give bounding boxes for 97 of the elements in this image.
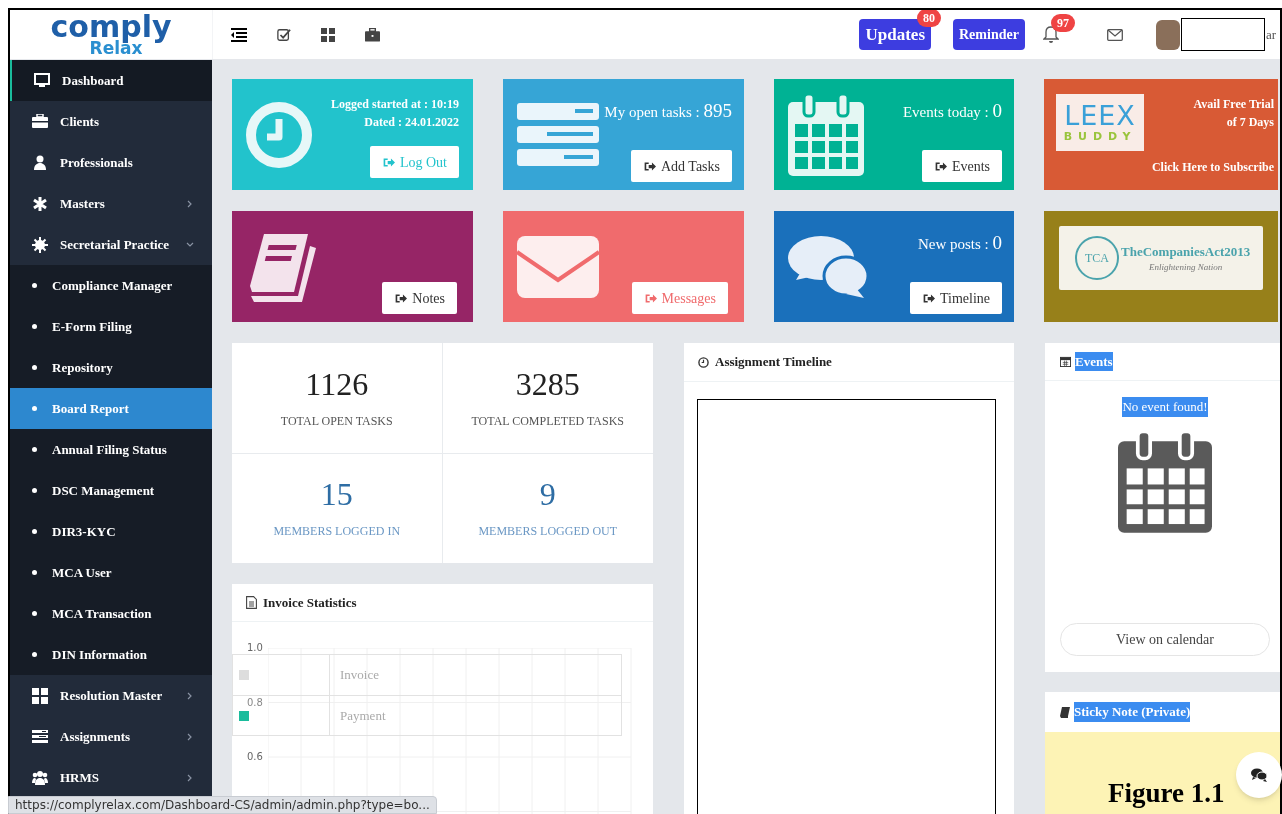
bullet-icon [32,488,37,493]
tile-button[interactable]: Add Tasks [630,150,732,182]
tile-button[interactable]: Notes [382,282,457,314]
legend-label: Invoice [339,666,379,685]
envelope-icon [517,235,599,298]
cog-icon [32,236,48,253]
calendar-icon [788,93,864,176]
sign-in-icon [642,159,656,173]
banner-logo[interactable]: TCA TheCompaniesAct2013 Enlightening Nation [1059,226,1263,290]
legend-label: Payment [339,706,386,725]
axis-tick-label: 1.0 [247,642,263,654]
tile-button[interactable]: Timeline [909,282,1002,314]
count-badge: 97 [1050,14,1075,32]
calendar-icon [1060,356,1071,367]
bell-icon[interactable] [1042,26,1059,43]
bullet-icon [32,447,37,452]
card-title: Events [1075,351,1113,372]
bullet-icon [32,652,37,657]
stat-label: MEMBERS LOGGED OUT [478,523,618,541]
sign-in-icon [643,291,657,305]
sidebar-subitem[interactable]: MCA User [10,552,212,593]
bullet-icon [32,283,37,288]
status-url: https://complyrelax.com/Dashboard-CS/admin/admin.php?type=bo... [8,796,437,814]
login-info: Logged started at : 10:19 [331,96,459,113]
bullet-icon [32,529,37,534]
sidebar-item[interactable]: Masters [10,183,212,224]
sign-in-icon [381,155,395,169]
sidebar-subitem[interactable]: Compliance Manager [10,265,212,306]
counter-text: New posts : 0 [917,231,1002,255]
card-title: Assignment Timeline [715,353,832,372]
briefcase-icon [32,113,48,130]
login-info: Dated : 24.01.2022 [364,114,459,131]
axis-tick-label: 0.8 [247,696,263,709]
card-title: Sticky Note (Private) [1074,702,1191,722]
counter-text: Events today : 0 [902,99,1002,123]
sidebar-subitem[interactable]: DSC Management [10,470,212,511]
figure-caption: Figure 1.1 [1108,777,1225,810]
sidebar-item[interactable]: Secretarial Practice [10,224,212,265]
stat-value: 9 [539,476,556,513]
sign-in-icon [394,291,408,305]
chat-icon [1251,768,1267,782]
calendar-button[interactable]: View on calendar [1060,623,1270,656]
sign-in-icon [921,291,935,305]
bullet-icon [32,406,37,411]
sign-in-icon [933,159,947,173]
calendar-icon [1118,430,1212,533]
tile-button[interactable]: Events [921,150,1002,182]
stat-label: MEMBERS LOGGED IN [273,523,401,541]
grid-icon[interactable] [321,27,335,42]
bullet-icon [32,611,37,616]
briefcase-icon[interactable] [365,27,380,42]
grid-icon [32,687,48,704]
mail-icon[interactable] [1106,28,1123,41]
asterisk-icon [32,195,48,212]
document-icon [246,596,257,609]
sidebar-subitem[interactable]: DIR3-KYC [10,511,212,552]
user-icon [32,154,48,171]
promo-text: of 7 Days [1226,114,1274,131]
stat-label: TOTAL COMPLETED TASKS [471,412,624,430]
sidebar-item[interactable]: Assignments [10,716,212,757]
list-icon [517,102,599,167]
promo-text: Avail Free Trial [1193,96,1274,113]
bullet-icon [32,324,37,329]
app-logo: comply Relax [49,10,173,59]
monitor-icon [34,72,50,89]
list-icon [32,728,48,745]
empty-message: No event found! [1122,397,1208,417]
sidebar-subitem[interactable]: DIN Information [10,634,212,675]
sidebar-subitem[interactable]: E-Form Filing [10,306,212,347]
stat-value: 3285 [515,365,580,402]
stat-value: 1126 [305,365,369,402]
counter-text: My open tasks : 895 [604,99,732,123]
sidebar-subitem[interactable]: Board Report [10,388,212,429]
sidebar-subitem[interactable]: Repository [10,347,212,388]
bullet-icon [32,570,37,575]
bullet-icon [32,365,37,370]
sidebar-subitem[interactable]: MCA Transaction [10,593,212,634]
count-badge: 80 [917,10,941,27]
sidebar-item[interactable]: Resolution Master [10,675,212,716]
sidebar-item[interactable]: Clients [10,101,212,142]
menu-icon[interactable] [231,27,247,42]
sidebar-item[interactable]: HRMS [10,757,212,798]
user-name[interactable]: ar [1265,24,1276,45]
stat-value: 15 [320,476,353,513]
sidebar-subitem[interactable]: Annual Filing Status [10,429,212,470]
clock-icon [698,356,709,368]
sidebar-item[interactable]: Dashboard [10,60,212,101]
stat-label: TOTAL OPEN TASKS [280,412,393,430]
subscribe-link[interactable]: Click Here to Subscribe [1151,158,1274,176]
sidebar-item[interactable]: Professionals [10,142,212,183]
clock-icon [246,101,312,168]
checkbox-icon[interactable] [277,27,291,42]
avatar[interactable] [1155,19,1180,50]
axis-tick-label: 0.6 [247,751,263,763]
reminder-button[interactable]: Reminder [953,19,1025,50]
users-icon [32,769,48,786]
card-title: Invoice Statistics [263,593,357,612]
